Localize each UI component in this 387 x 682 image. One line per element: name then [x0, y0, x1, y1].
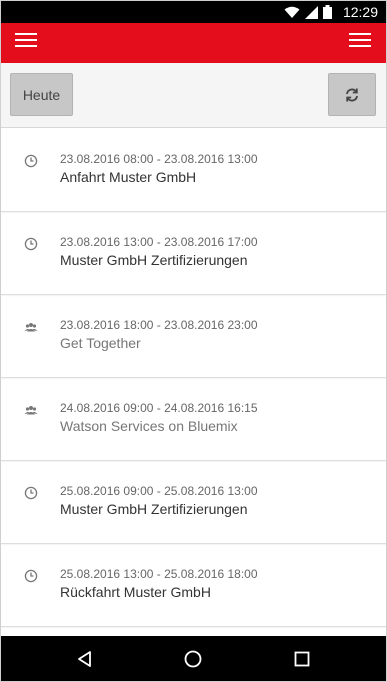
group-icon: [24, 323, 38, 332]
clock-icon: [24, 486, 38, 500]
app-bar: [1, 23, 386, 63]
group-icon: [24, 406, 38, 415]
hamburger-menu-icon[interactable]: [349, 33, 371, 53]
home-icon[interactable]: [183, 649, 203, 669]
battery-icon: [323, 5, 332, 19]
list-item[interactable]: 24.08.2016 09:00 - 24.08.2016 16:15 Wats…: [1, 378, 386, 461]
event-time-range: 23.08.2016 08:00 - 23.08.2016 13:00: [60, 152, 258, 166]
signal-icon: [305, 5, 318, 19]
system-nav-bar: [1, 636, 386, 681]
list-item[interactable]: 23.08.2016 18:00 - 23.08.2016 23:00 Get …: [1, 295, 386, 378]
list-item[interactable]: 25.08.2016 09:00 - 25.08.2016 13:00 Must…: [1, 461, 386, 544]
event-time-range: 23.08.2016 13:00 - 23.08.2016 17:00: [60, 235, 258, 249]
clock-icon: [24, 154, 38, 168]
today-button[interactable]: Heute: [10, 73, 73, 116]
event-time-range: 25.08.2016 09:00 - 25.08.2016 13:00: [60, 484, 258, 498]
list-item[interactable]: 23.08.2016 08:00 - 23.08.2016 13:00 Anfa…: [1, 129, 386, 212]
clock-icon: [24, 237, 38, 251]
status-icons: [284, 5, 332, 19]
clock-icon: [24, 569, 38, 583]
event-time-range: 24.08.2016 09:00 - 24.08.2016 16:15: [60, 401, 258, 415]
event-title: Rückfahrt Muster GmbH: [60, 584, 211, 600]
event-title: Muster GmbH Zertifizierungen: [60, 501, 248, 517]
event-title: Muster GmbH Zertifizierungen: [60, 252, 248, 268]
event-title: Watson Services on Bluemix: [60, 418, 238, 434]
wifi-icon: [284, 6, 300, 18]
toolbar: Heute: [1, 63, 386, 128]
status-time: 12:29: [342, 4, 378, 20]
status-bar: 12:29: [1, 1, 386, 23]
recents-icon[interactable]: [292, 649, 312, 669]
hamburger-menu-icon[interactable]: [15, 33, 37, 53]
event-list: 23.08.2016 08:00 - 23.08.2016 13:00 Anfa…: [1, 129, 386, 636]
event-title: Anfahrt Muster GmbH: [60, 169, 197, 185]
list-item[interactable]: 23.08.2016 13:00 - 23.08.2016 17:00 Must…: [1, 212, 386, 295]
event-time-range: 25.08.2016 13:00 - 25.08.2016 18:00: [60, 567, 258, 581]
refresh-button[interactable]: [328, 73, 376, 116]
back-icon[interactable]: [75, 649, 95, 669]
list-item[interactable]: 25.08.2016 13:00 - 25.08.2016 18:00 Rück…: [1, 544, 386, 627]
event-title: Get Together: [60, 335, 141, 351]
refresh-icon: [346, 88, 358, 101]
event-time-range: 23.08.2016 18:00 - 23.08.2016 23:00: [60, 318, 258, 332]
